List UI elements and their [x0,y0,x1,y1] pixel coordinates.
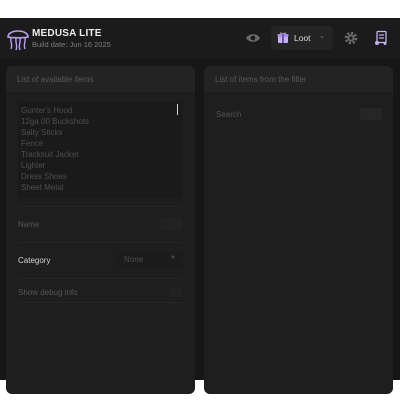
debug-label: Show debug info [18,288,78,297]
build-date: Build date: Jun 16 2025 [32,40,111,49]
panel-title: List of items from the filter [215,75,307,84]
divider [18,278,182,279]
category-select[interactable]: None ▼ [116,252,182,268]
chevron-down-icon: ▼ [170,255,176,261]
name-label: Name [18,220,40,229]
name-input[interactable] [160,218,182,230]
search-label: Search [216,110,242,119]
loot-mode-dropdown[interactable]: Loot ⌄ [271,26,333,50]
list-item[interactable]: Sheet Metal [21,183,64,192]
app-title: MEDUSA LITE [32,28,102,39]
header-bar: MEDUSA LITE Build date: Jun 16 2025 Loot… [0,18,400,58]
list-item[interactable]: Fence [21,139,43,148]
available-items-list[interactable]: Gunter's Hood 12ga 00 Buckshots Salty St… [18,102,182,198]
divider [18,206,182,207]
loot-label: Loot [294,33,311,43]
panel-title: List of available items [17,75,94,84]
app-window: MEDUSA LITE Build date: Jun 16 2025 Loot… [0,18,400,394]
list-item[interactable]: 12ga 00 Buckshots [21,117,89,126]
list-item[interactable]: Dress Shoes [21,172,67,181]
list-item[interactable]: Tracksuit Jacket [21,150,79,159]
available-items-panel: List of available items Gunter's Hood 12… [6,66,195,394]
list-item[interactable]: Lighter [21,161,45,170]
eye-icon[interactable] [245,30,261,46]
panel-header: List of items from the filter [204,66,393,92]
category-label: Category [18,256,51,265]
list-item[interactable]: Gunter's Hood [21,106,72,115]
divider [18,302,182,303]
debug-toggle[interactable] [169,287,182,297]
list-cursor [177,104,178,115]
panel-header: List of available items [6,66,195,92]
loot-box-icon [277,32,289,43]
list-item[interactable]: Salty Sticks [21,128,62,137]
cart-icon[interactable] [373,30,389,46]
category-value: None [124,255,144,264]
filtered-items-panel: List of items from the filter Search [204,66,393,394]
gear-icon[interactable] [343,30,359,46]
chevron-down-icon: ⌄ [319,33,325,40]
search-input[interactable] [360,108,382,120]
divider [18,242,182,243]
jellyfish-icon [7,30,29,51]
